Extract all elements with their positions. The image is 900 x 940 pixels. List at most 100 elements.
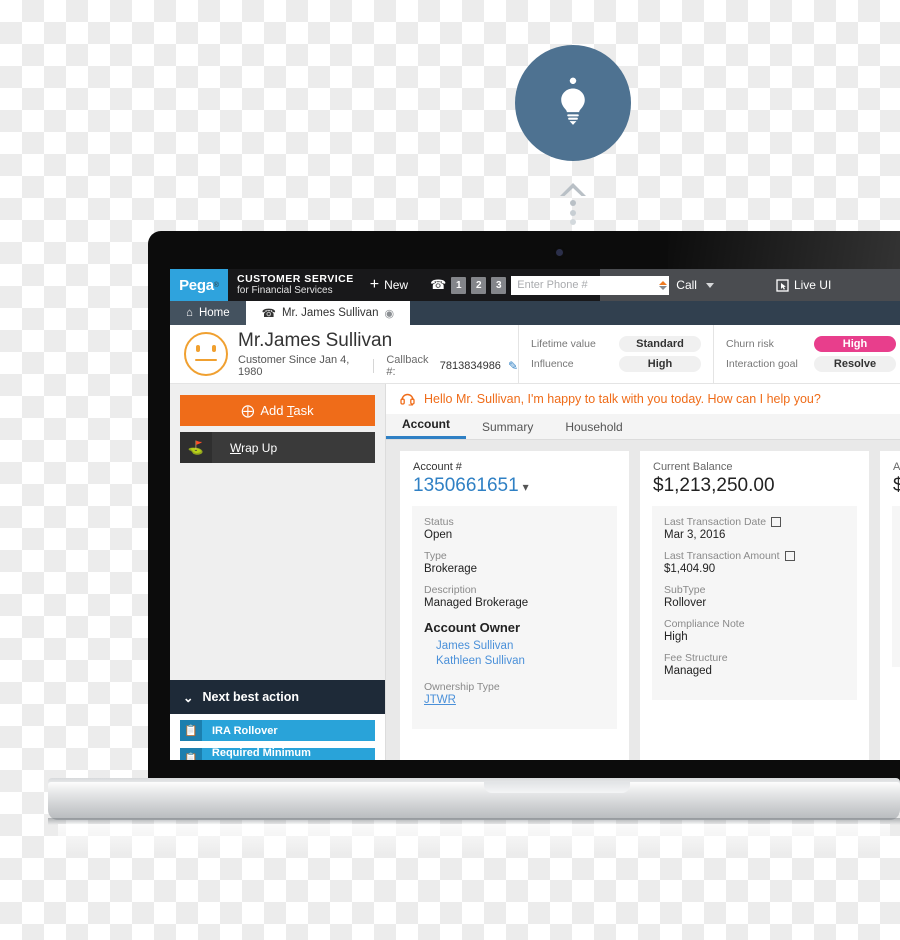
app-toolbar: Pega ® CUSTOMER SERVICE for Financial Ser… bbox=[170, 269, 900, 301]
new-button[interactable]: + New bbox=[370, 277, 409, 293]
field-label-text: Last Transaction Amount bbox=[664, 550, 780, 562]
customer-subline: Customer Since Jan 4, 1980 Callback #: 7… bbox=[238, 354, 518, 378]
current-balance-value: $1,213,250.00 bbox=[653, 475, 775, 496]
metric-label: Churn risk bbox=[726, 338, 774, 350]
pencil-icon[interactable]: ✎ bbox=[508, 359, 518, 373]
card-header: Average $1,7 bbox=[880, 461, 900, 497]
metric-label: Influence bbox=[531, 358, 574, 370]
chevron-down-icon[interactable]: ▾ bbox=[523, 480, 529, 494]
checkered-flag-icon: ⛳ bbox=[180, 432, 212, 463]
metric-value: Standard bbox=[619, 336, 701, 352]
field-label: Last Transaction Date bbox=[664, 516, 845, 528]
field-label: Type bbox=[424, 550, 447, 562]
new-button-label: New bbox=[384, 278, 409, 292]
average-value: $1,7 bbox=[893, 475, 900, 496]
ownership-type-link[interactable]: JTWR bbox=[424, 694, 456, 706]
field-last-transaction-date: Last Transaction Date Mar 3, 2016 bbox=[664, 516, 845, 541]
list-item[interactable]: 📋 IRA Rollover bbox=[179, 719, 376, 742]
home-icon: ⌂ bbox=[186, 307, 193, 319]
metric-churn-risk: Churn risk High bbox=[726, 336, 896, 352]
pega-logo[interactable]: Pega ® bbox=[170, 269, 228, 301]
sidebar: ⨁ Add Task ⛳ Wrap Up ⌄ Next best action … bbox=[170, 384, 386, 760]
card-body: Open Jan 4 Marg true Optio true bbox=[892, 506, 900, 667]
customer-since-label: Customer Since bbox=[238, 354, 317, 366]
tab-home[interactable]: ⌂ Home bbox=[170, 301, 246, 325]
card-header-label: Average bbox=[893, 461, 900, 473]
account-card: Account # 1350661651 ▾ Status Open Type … bbox=[400, 451, 629, 760]
field-label: Fee Structure bbox=[664, 652, 728, 664]
headset-icon bbox=[400, 393, 415, 406]
callback-label: Callback #: bbox=[386, 354, 429, 378]
field-ownership-type: Ownership Type JTWR bbox=[424, 681, 605, 706]
card-body: Status Open Type Brokerage Description M… bbox=[412, 506, 617, 729]
field-last-transaction-amount: Last Transaction Amount $1,404.90 bbox=[664, 550, 845, 575]
field-fee-structure: Fee Structure Managed bbox=[664, 652, 845, 677]
field-value: High bbox=[664, 631, 688, 643]
wrap-up-label: Wrap Up bbox=[230, 440, 278, 455]
logo-mark: ® bbox=[213, 281, 219, 289]
tab-customer[interactable]: ☎ Mr. James Sullivan ◉ bbox=[245, 301, 411, 325]
next-best-action-title: Next best action bbox=[202, 690, 300, 704]
tab-customer-label: Mr. James Sullivan bbox=[281, 307, 379, 319]
wrap-up-button[interactable]: ⛳ Wrap Up bbox=[180, 432, 375, 463]
field-label: Last Transaction Amount bbox=[664, 550, 845, 562]
phone-icon: ☎ bbox=[261, 308, 276, 320]
list-item[interactable]: 📋 Required Minimum Distribution bbox=[179, 747, 376, 760]
line-button-3[interactable]: 3 bbox=[491, 276, 507, 294]
live-ui-label: Live UI bbox=[793, 278, 832, 292]
product-title: CUSTOMER SERVICE for Financial Services bbox=[237, 273, 354, 297]
main-content: Hello Mr. Sullivan, I'm happy to talk wi… bbox=[386, 384, 900, 760]
metrics-column-right: Churn risk High Interaction goal Resolve bbox=[713, 325, 900, 383]
tab-home-label: Home bbox=[198, 307, 230, 319]
field-status: Status Open bbox=[424, 516, 605, 541]
next-best-action-header[interactable]: ⌄ Next best action bbox=[170, 680, 385, 714]
add-task-label: Add Task bbox=[260, 403, 314, 418]
field-value: Mar 3, 2016 bbox=[664, 529, 726, 541]
content-tabs: Account Summary Household bbox=[386, 414, 900, 440]
customer-identity: Mr.James Sullivan Customer Since Jan 4, … bbox=[238, 330, 518, 378]
field-label-text: Last Transaction Date bbox=[664, 516, 767, 528]
page-body: ⨁ Add Task ⛳ Wrap Up ⌄ Next best action … bbox=[170, 384, 900, 760]
live-ui-icon bbox=[776, 278, 789, 292]
field-compliance-note: Compliance Note High bbox=[664, 618, 845, 643]
field-label: Ownership Type bbox=[424, 681, 500, 693]
tab-account[interactable]: Account bbox=[386, 417, 466, 439]
field-label: Description bbox=[424, 584, 477, 596]
phone-controls: ☎ 1 2 3 Enter Phone # bbox=[430, 275, 670, 295]
line-button-1[interactable]: 1 bbox=[451, 276, 467, 294]
laptop-base bbox=[48, 782, 900, 820]
call-button[interactable]: Call bbox=[676, 278, 697, 292]
phone-input[interactable]: Enter Phone # bbox=[511, 275, 670, 295]
spinner-icon[interactable] bbox=[659, 280, 668, 290]
list-item-label: IRA Rollover bbox=[212, 724, 278, 737]
metric-value: Resolve bbox=[814, 356, 896, 372]
square-icon bbox=[771, 517, 782, 527]
tab-summary[interactable]: Summary bbox=[466, 420, 549, 439]
metric-label: Interaction goal bbox=[726, 358, 798, 370]
callback-value: 7813834986 bbox=[439, 360, 501, 372]
laptop-mockup: Pega ® CUSTOMER SERVICE for Financial Ser… bbox=[0, 0, 900, 860]
greeting-bar: Hello Mr. Sullivan, I'm happy to talk wi… bbox=[386, 384, 900, 414]
field-value: Managed Brokerage bbox=[424, 597, 529, 609]
chevron-down-icon[interactable] bbox=[705, 282, 714, 288]
add-task-button[interactable]: ⨁ Add Task bbox=[180, 395, 375, 426]
tab-household[interactable]: Household bbox=[549, 420, 638, 439]
account-number[interactable]: 1350661651 ▾ bbox=[413, 475, 616, 497]
application-screen: Pega ® CUSTOMER SERVICE for Financial Ser… bbox=[170, 269, 900, 760]
greeting-text: Hello Mr. Sullivan, I'm happy to talk wi… bbox=[424, 392, 821, 406]
owner-link[interactable]: Kathleen Sullivan bbox=[436, 655, 605, 667]
close-icon[interactable]: ◉ bbox=[384, 307, 394, 320]
field-description: Description Managed Brokerage bbox=[424, 584, 605, 609]
webcam-icon bbox=[556, 249, 563, 256]
list-item-label: Required Minimum Distribution bbox=[211, 746, 311, 761]
product-line-1: CUSTOMER SERVICE bbox=[237, 273, 354, 285]
status-badge: High bbox=[814, 336, 896, 352]
customer-name: Mr.James Sullivan bbox=[238, 330, 393, 351]
live-ui-button[interactable]: Live UI bbox=[776, 278, 831, 292]
average-card: Average $1,7 Open Jan 4 Marg true bbox=[880, 451, 900, 760]
owner-link[interactable]: James Sullivan bbox=[436, 640, 605, 652]
account-owner-heading: Account Owner bbox=[424, 620, 521, 635]
line-button-2[interactable]: 2 bbox=[471, 276, 487, 294]
field-label: Compliance Note bbox=[664, 618, 745, 630]
card-body: Last Transaction Date Mar 3, 2016 Last T… bbox=[652, 506, 857, 700]
